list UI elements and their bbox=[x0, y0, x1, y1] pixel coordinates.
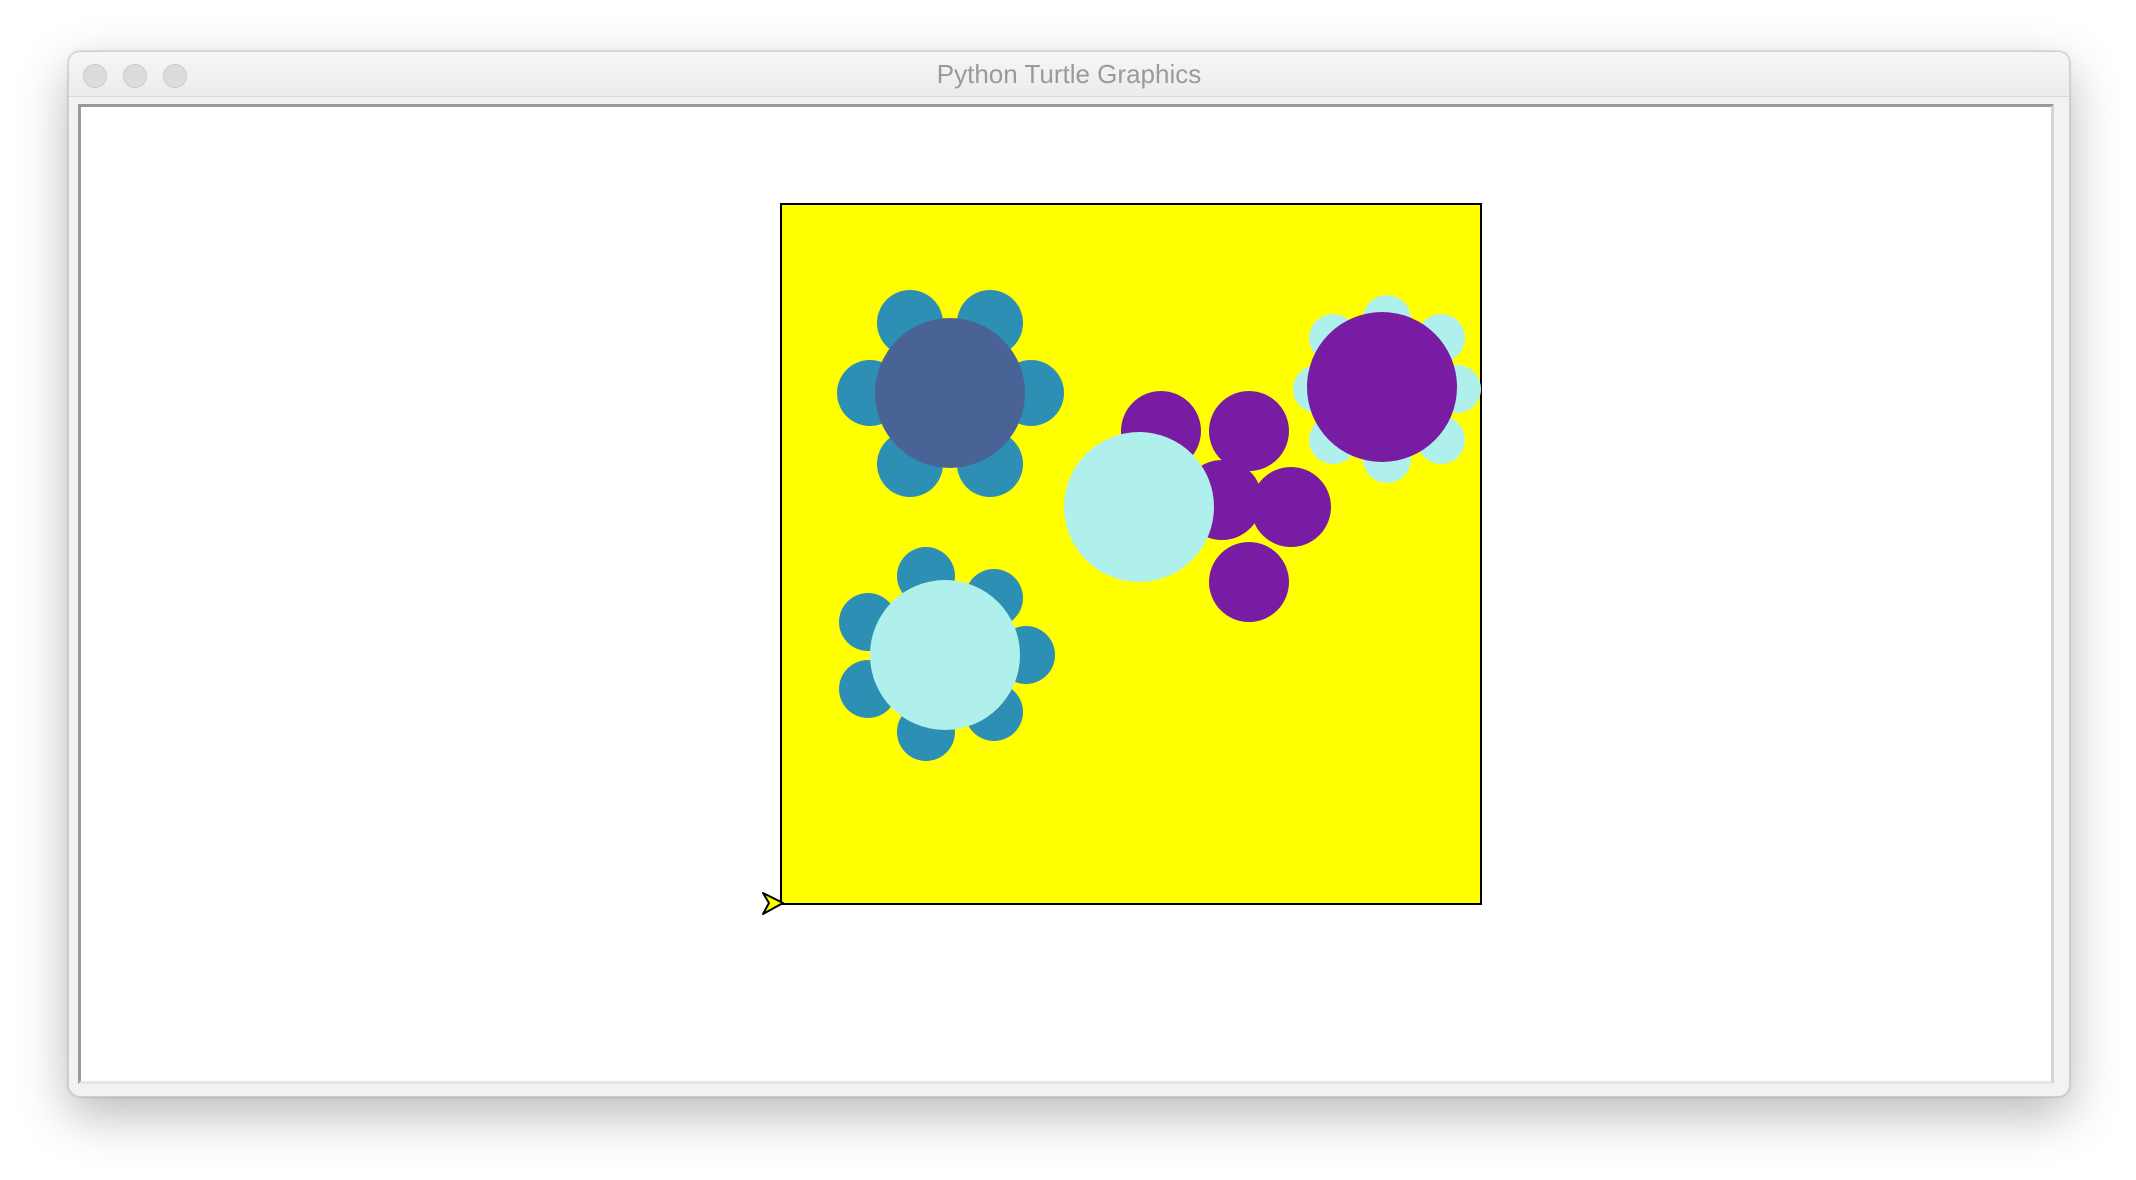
flower-center bbox=[1307, 312, 1457, 462]
flower-center bbox=[1064, 432, 1214, 582]
flower-center bbox=[875, 318, 1025, 468]
window-title: Python Turtle Graphics bbox=[936, 59, 1202, 89]
drawing-svg bbox=[762, 203, 1482, 915]
window-titlebar[interactable]: Python Turtle Graphics bbox=[69, 52, 2069, 97]
petal bbox=[1251, 467, 1331, 547]
flower-top-right bbox=[1293, 295, 1481, 483]
petal bbox=[1209, 391, 1289, 471]
turtle-graphics-window: Python Turtle Graphics bbox=[68, 51, 2070, 1097]
petal bbox=[1209, 542, 1289, 622]
turtle-canvas[interactable] bbox=[78, 104, 2054, 1084]
flower-center bbox=[870, 580, 1020, 730]
